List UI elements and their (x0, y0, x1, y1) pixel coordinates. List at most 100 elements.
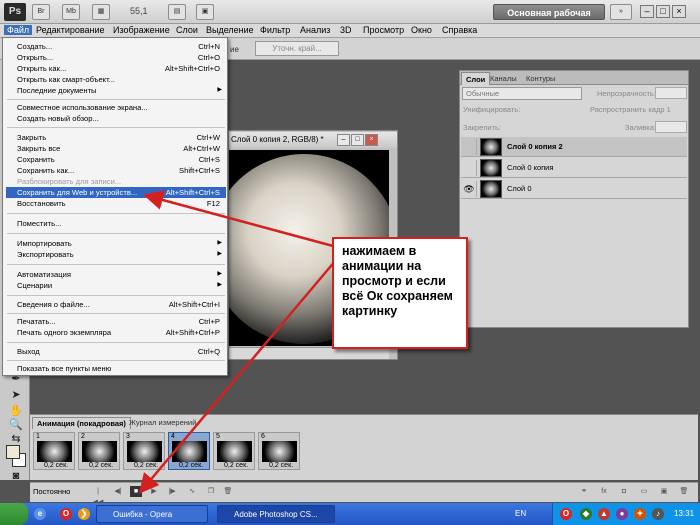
layer-row[interactable]: Слой 0 копия 2 (461, 137, 687, 157)
frame-delay[interactable]: 0,2 сек. (179, 462, 203, 469)
menu-analysis[interactable]: Анализ (300, 25, 330, 35)
prev-frame-icon[interactable]: ◀| (112, 486, 124, 497)
frame-delay[interactable]: 0,2 сек. (89, 462, 113, 469)
refine-edge-button[interactable]: Уточн. край... (255, 41, 339, 56)
menu-item-place[interactable]: Поместить... (6, 218, 226, 229)
taskbar-photoshop-window[interactable]: Adobe Photoshop CS... (217, 505, 335, 523)
animation-frame-selected[interactable]: 4 0,2 сек. (168, 432, 210, 470)
tween-icon[interactable]: ∿ (186, 486, 198, 497)
menu-view[interactable]: Просмотр (363, 25, 404, 35)
opacity-field[interactable] (655, 87, 687, 99)
frame-delay[interactable]: 0,2 сек. (44, 462, 68, 469)
tray-app-icon[interactable]: ▲ (598, 508, 610, 520)
minimize-icon[interactable]: – (640, 5, 654, 18)
first-frame-icon[interactable]: |◀◀ (92, 486, 104, 506)
quicklaunch-app-icon[interactable]: ❯ (78, 508, 90, 520)
tray-app-icon[interactable]: ✦ (634, 508, 646, 520)
fill-field[interactable] (655, 121, 687, 133)
menu-item-export[interactable]: Экспортировать ▶ (6, 249, 226, 260)
menu-item-show-all[interactable]: Показать все пункты меню (6, 363, 226, 374)
foreground-color-swatch[interactable] (6, 445, 20, 459)
minibridge-icon[interactable]: Mb (62, 4, 80, 20)
menu-filter[interactable]: Фильтр (260, 25, 290, 35)
quicklaunch-ie-icon[interactable]: e (34, 508, 46, 520)
next-frame-icon[interactable]: |▶ (166, 486, 178, 497)
start-button[interactable] (0, 503, 28, 525)
layer-mask-icon[interactable]: ◘ (618, 486, 630, 497)
menu-item-recent[interactable]: Последние документы ▶ (6, 85, 226, 96)
visibility-eye-icon[interactable] (462, 139, 477, 155)
stop-icon[interactable]: ■ (130, 486, 142, 497)
layer-row[interactable]: Слой 0 копия (461, 158, 687, 178)
menu-item-import[interactable]: Импортировать ▶ (6, 238, 226, 249)
menu-item-file-info[interactable]: Сведения о файле... Alt+Shift+Ctrl+I (6, 299, 226, 310)
tab-channels[interactable]: Каналы (486, 72, 521, 85)
animation-frame[interactable]: 3 0,2 сек. (123, 432, 165, 470)
frame-delay[interactable]: 0,2 сек. (269, 462, 293, 469)
menu-item-save-for-web[interactable]: Сохранить для Web и устройств... Alt+Shif… (6, 187, 226, 198)
menu-file[interactable]: Файл (4, 25, 33, 35)
screen-mode-icon[interactable]: ▣ (196, 4, 214, 20)
menu-item-open-smart-object[interactable]: Открыть как смарт-объект... (6, 74, 226, 85)
tray-app-icon[interactable]: ◆ (580, 508, 592, 520)
animation-frame[interactable]: 6 0,2 сек. (258, 432, 300, 470)
visibility-eye-icon[interactable] (462, 160, 477, 176)
close-icon[interactable]: × (672, 5, 686, 18)
propagate-frame-label[interactable]: Распространить кадр 1 (590, 105, 671, 114)
menu-help[interactable]: Справка (442, 25, 477, 35)
swap-colors-icon[interactable]: ⇆ (9, 432, 23, 446)
zoom-level[interactable]: 55,1 (130, 6, 148, 16)
path-select-icon[interactable]: ➤ (9, 388, 23, 402)
menu-item-open[interactable]: Открыть... Ctrl+O (6, 52, 226, 63)
tray-opera-icon[interactable]: O (560, 508, 572, 520)
visibility-eye-icon[interactable]: 👁 (462, 181, 477, 197)
menu-select[interactable]: Выделение (206, 25, 254, 35)
loop-select[interactable]: Постоянно (33, 486, 85, 497)
menu-item-share-screen[interactable]: Совместное использование экрана... (6, 102, 226, 113)
menu-item-revert[interactable]: Восстановить F12 (6, 198, 226, 209)
trash-icon[interactable]: 🗑 (678, 486, 690, 497)
taskbar-opera-window[interactable]: Ошибка - Opera (96, 505, 208, 523)
frame-delay[interactable]: 0,2 сек. (134, 462, 158, 469)
menu-item-close[interactable]: Закрыть Ctrl+W (6, 132, 226, 143)
quick-mask-icon[interactable]: ◙ (9, 470, 23, 484)
menu-item-save[interactable]: Сохранить Ctrl+S (6, 154, 226, 165)
menu-edit[interactable]: Редактирование (36, 25, 105, 35)
new-layer-icon[interactable]: ▣ (658, 486, 670, 497)
extras-icon[interactable]: ▦ (92, 4, 110, 20)
duplicate-frame-icon[interactable]: ❐ (205, 486, 217, 497)
language-indicator[interactable]: EN (515, 509, 526, 518)
menu-image[interactable]: Изображение (113, 25, 170, 35)
expand-icon[interactable]: » (610, 4, 632, 20)
menu-item-close-all[interactable]: Закрыть все Alt+Ctrl+W (6, 143, 226, 154)
menu-item-print-one-copy[interactable]: Печать одного экземпляра Alt+Shift+Ctrl+P (6, 327, 226, 338)
quicklaunch-opera-icon[interactable]: O (60, 508, 72, 520)
menu-item-new[interactable]: Создать... Ctrl+N (6, 41, 226, 52)
animation-frame[interactable]: 2 0,2 сек. (78, 432, 120, 470)
doc-maximize-icon[interactable]: □ (351, 134, 364, 146)
layer-fx-icon[interactable]: fx (598, 486, 610, 497)
menu-item-print[interactable]: Печатать... Ctrl+P (6, 316, 226, 327)
zoom-tool-icon[interactable]: 🔍 (9, 418, 23, 432)
maximize-icon[interactable]: □ (656, 5, 670, 18)
menu-item-exit[interactable]: Выход Ctrl+Q (6, 346, 226, 357)
workspace-button[interactable]: Основная рабочая среда (493, 4, 605, 34)
new-group-icon[interactable]: ▭ (638, 486, 650, 497)
doc-minimize-icon[interactable]: – (337, 134, 350, 146)
hand-tool-icon[interactable]: ✋ (9, 404, 23, 418)
menu-item-new-review[interactable]: Создать новый обзор... (6, 113, 226, 124)
delete-frame-icon[interactable]: 🗑 (222, 486, 234, 497)
animation-frame[interactable]: 5 0,2 сек. (213, 432, 255, 470)
menu-item-save-as[interactable]: Сохранить как... Shift+Ctrl+S (6, 165, 226, 176)
bridge-icon[interactable]: Br (32, 4, 50, 20)
menu-layers[interactable]: Слои (176, 25, 198, 35)
menu-item-scripts[interactable]: Сценарии ▶ (6, 280, 226, 291)
menu-item-open-as[interactable]: Открыть как... Alt+Shift+Ctrl+O (6, 63, 226, 74)
frame-delay[interactable]: 0,2 сек. (224, 462, 248, 469)
animation-frame[interactable]: 1 0,2 сек. (33, 432, 75, 470)
layer-link-icon[interactable]: ⚭ (578, 486, 590, 497)
menu-window[interactable]: Окно (411, 25, 432, 35)
tray-volume-icon[interactable]: ♪ (652, 508, 664, 520)
tab-animation[interactable]: Анимация (покадровая) (32, 417, 131, 429)
layer-row[interactable]: 👁 Слой 0 (461, 179, 687, 199)
